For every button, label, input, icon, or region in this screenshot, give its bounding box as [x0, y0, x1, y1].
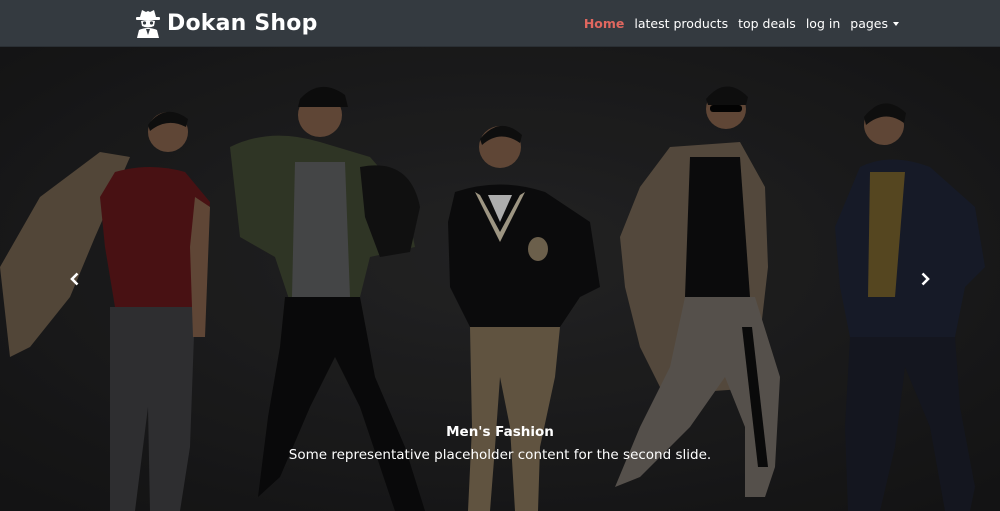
carousel-caption-title: Men's Fashion [446, 424, 554, 440]
brand[interactable]: Dokan Shop [134, 6, 318, 40]
main-nav: Home latest products top deals log in pa… [574, 0, 899, 47]
hero-carousel: Men's Fashion Some representative placeh… [0, 47, 1000, 511]
brand-name: Dokan Shop [167, 10, 318, 36]
chevron-left-icon [70, 272, 79, 286]
caret-down-icon [893, 22, 899, 26]
carousel-next-button[interactable] [850, 47, 1000, 511]
nav-link-log-in[interactable]: log in [806, 16, 840, 31]
chevron-right-icon [921, 272, 930, 286]
nav-link-top-deals[interactable]: top deals [738, 16, 796, 31]
carousel-prev-button[interactable] [0, 47, 150, 511]
nav-link-latest-products[interactable]: latest products [634, 16, 728, 31]
carousel-caption-text: Some representative placeholder content … [288, 447, 712, 463]
navbar: Dokan Shop Home latest products top deal… [0, 0, 1000, 47]
nav-link-pages-label: pages [850, 16, 888, 31]
spy-icon [136, 10, 160, 38]
nav-link-pages-dropdown[interactable]: pages [850, 16, 899, 31]
nav-link-home[interactable]: Home [584, 16, 625, 31]
